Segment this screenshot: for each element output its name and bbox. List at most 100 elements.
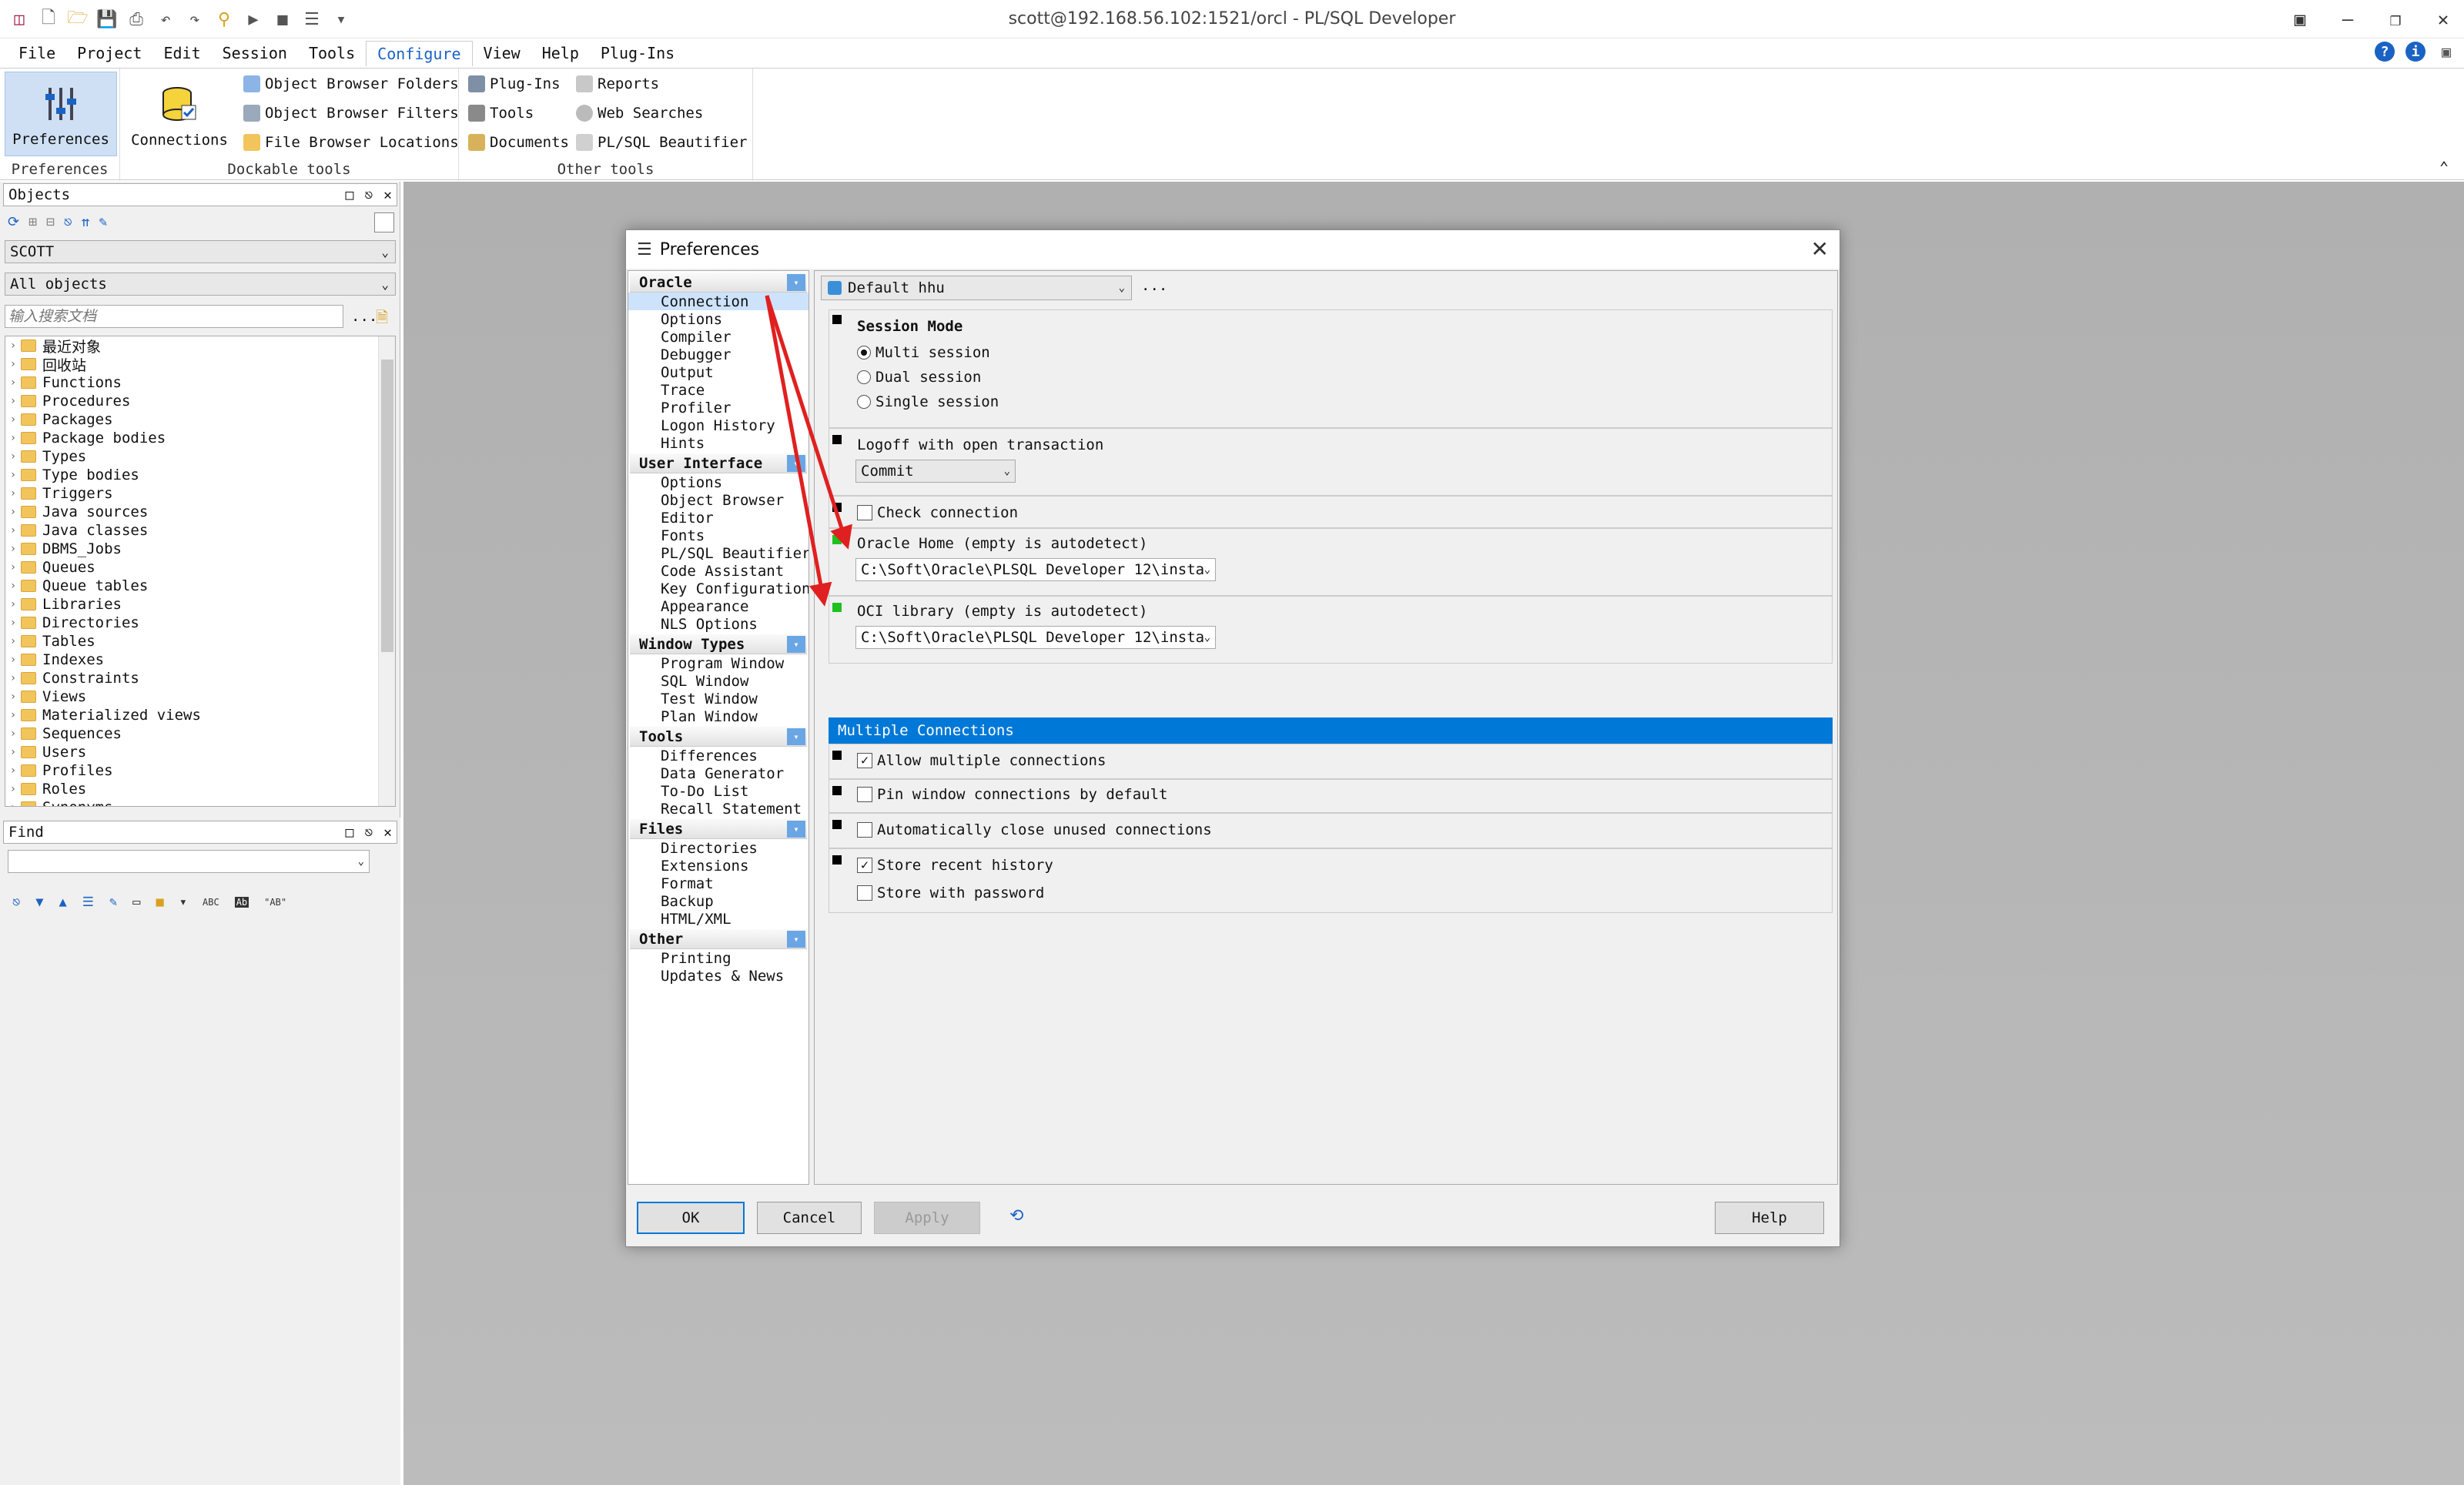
chevron-right-icon[interactable]: › [5, 339, 21, 352]
nav-item[interactable]: Backup [628, 892, 808, 910]
profile-combo[interactable]: Default hhu ⌄ [821, 276, 1132, 300]
scope-dropdown-icon[interactable]: ▾ [179, 895, 187, 910]
tree-node[interactable]: › Type bodies [5, 466, 395, 484]
search-more-button[interactable]: ... [351, 308, 377, 325]
menu-file[interactable]: File [8, 41, 66, 65]
chevron-down-icon[interactable]: ▾ [787, 636, 805, 653]
nav-item[interactable]: PL/SQL Beautifier [628, 544, 808, 562]
reset-icon[interactable]: ⟲ [1009, 1206, 1023, 1226]
find-previous-icon[interactable]: ▲ [59, 895, 67, 910]
chevron-right-icon[interactable]: › [5, 783, 21, 795]
store-password-checkbox[interactable]: Store with password [857, 885, 1044, 901]
tree-node[interactable]: › Java sources [5, 503, 395, 521]
menu-edit[interactable]: Edit [152, 41, 211, 65]
close-panel-icon[interactable]: ✕ [383, 187, 392, 203]
tree-node[interactable]: › Roles [5, 780, 395, 798]
menu-project[interactable]: Project [66, 41, 152, 65]
nav-group-header[interactable]: Window Types ▾ [630, 634, 807, 654]
tree-node[interactable]: › Tables [5, 632, 395, 651]
find-binoculars-icon[interactable]: ⎋ [12, 895, 20, 910]
nav-item[interactable]: Recall Statement [628, 800, 808, 818]
nav-group-header[interactable]: User Interface ▾ [630, 453, 807, 473]
refresh-icon[interactable]: ⟳ [8, 214, 19, 230]
chevron-right-icon[interactable]: › [5, 617, 21, 629]
chevron-down-icon[interactable]: ▾ [787, 274, 805, 291]
chevron-right-icon[interactable]: › [5, 727, 21, 740]
tools-button[interactable]: Tools [468, 101, 534, 125]
nav-item[interactable]: Fonts [628, 527, 808, 544]
nav-item[interactable]: Profiler [628, 399, 808, 416]
reports-button[interactable]: Reports [576, 72, 659, 96]
tree-node[interactable]: › Queue tables [5, 577, 395, 595]
float-icon[interactable]: □ [345, 187, 353, 203]
nav-item[interactable]: Plan Window [628, 707, 808, 725]
documents-button[interactable]: Documents [468, 130, 569, 155]
tree-node[interactable]: › Triggers [5, 484, 395, 503]
nav-item[interactable]: Program Window [628, 654, 808, 672]
dialog-close-icon[interactable]: ✕ [1811, 236, 1829, 262]
nav-item[interactable]: Debugger [628, 346, 808, 363]
tree-node[interactable]: › 最近对象 [5, 336, 395, 356]
menu-help[interactable]: Help [531, 41, 590, 65]
chevron-right-icon[interactable]: › [5, 801, 21, 806]
logoff-combo[interactable]: Commit ⌄ [855, 460, 1016, 483]
window-scope-icon[interactable]: ▭ [132, 895, 140, 910]
object-search-input[interactable] [5, 305, 343, 328]
find-object-icon[interactable]: ⎋ [64, 214, 72, 230]
chevron-right-icon[interactable]: › [5, 376, 21, 389]
pin-connections-checkbox[interactable]: Pin window connections by default [857, 786, 1168, 803]
chevron-right-icon[interactable]: › [5, 635, 21, 647]
collapse-icon[interactable]: ⊟ [46, 214, 55, 230]
nav-item[interactable]: Format [628, 875, 808, 892]
preferences-button[interactable]: Preferences [5, 72, 117, 156]
tree-node[interactable]: › Package bodies [5, 429, 395, 447]
collapse-ribbon-icon[interactable]: ⌃ [2439, 158, 2449, 176]
nav-item[interactable]: Compiler [628, 328, 808, 346]
tree-node[interactable]: › Directories [5, 614, 395, 632]
filter-combo[interactable]: All objects ⌄ [5, 273, 396, 296]
tree-node[interactable]: › Synonyms [5, 798, 395, 806]
nav-item[interactable]: Options [628, 473, 808, 491]
tree-node[interactable]: › 回收站 [5, 355, 395, 374]
folder-scope-icon[interactable]: ■ [156, 895, 164, 910]
nav-item[interactable]: Hints [628, 434, 808, 452]
nav-item[interactable]: Output [628, 363, 808, 381]
chevron-right-icon[interactable]: › [5, 580, 21, 592]
sort-icon[interactable]: ⇈ [82, 214, 90, 230]
screen-icon[interactable]: ▣ [2287, 6, 2313, 32]
float-icon[interactable]: □ [345, 824, 353, 841]
find-next-icon[interactable]: ▼ [35, 895, 43, 910]
chevron-right-icon[interactable]: › [5, 672, 21, 684]
pin-icon[interactable]: ⎋ [364, 187, 373, 203]
nav-item[interactable]: Printing [628, 949, 808, 967]
chevron-right-icon[interactable]: › [5, 598, 21, 610]
check-connection-checkbox[interactable]: Check connection [857, 504, 1018, 521]
file-browser-locations-button[interactable]: File Browser Locations [243, 130, 459, 155]
ribbon-options-icon[interactable]: ▣ [2436, 42, 2456, 62]
web-searches-button[interactable]: Web Searches [576, 101, 703, 125]
tree-node[interactable]: › Constraints [5, 669, 395, 687]
chevron-right-icon[interactable]: › [5, 709, 21, 721]
chevron-right-icon[interactable]: › [5, 561, 21, 574]
tree-node[interactable]: › Types [5, 447, 395, 466]
chevron-right-icon[interactable]: › [5, 395, 21, 407]
restore-icon[interactable]: ❐ [2382, 6, 2409, 32]
chevron-right-icon[interactable]: › [5, 524, 21, 537]
tree-scrollbar[interactable] [378, 336, 395, 806]
nav-item[interactable]: Object Browser [628, 491, 808, 509]
close-panel-icon[interactable]: ✕ [383, 824, 392, 841]
whole-word-icon[interactable]: Ab [234, 897, 249, 908]
nav-item[interactable]: Code Assistant [628, 562, 808, 580]
menu-view[interactable]: View [473, 41, 531, 65]
nav-item[interactable]: Extensions [628, 857, 808, 875]
object-browser-folders-button[interactable]: Object Browser Folders [243, 72, 459, 96]
nav-item[interactable]: Options [628, 310, 808, 328]
nav-item[interactable]: Connection [628, 293, 808, 310]
cancel-button[interactable]: Cancel [757, 1202, 862, 1234]
objects-option-box[interactable] [374, 212, 394, 232]
chevron-right-icon[interactable]: › [5, 691, 21, 703]
info-icon[interactable]: i [2405, 42, 2426, 62]
tree-node[interactable]: › Profiles [5, 761, 395, 780]
tree-node[interactable]: › Materialized views [5, 706, 395, 724]
tree-node[interactable]: › Sequences [5, 724, 395, 743]
